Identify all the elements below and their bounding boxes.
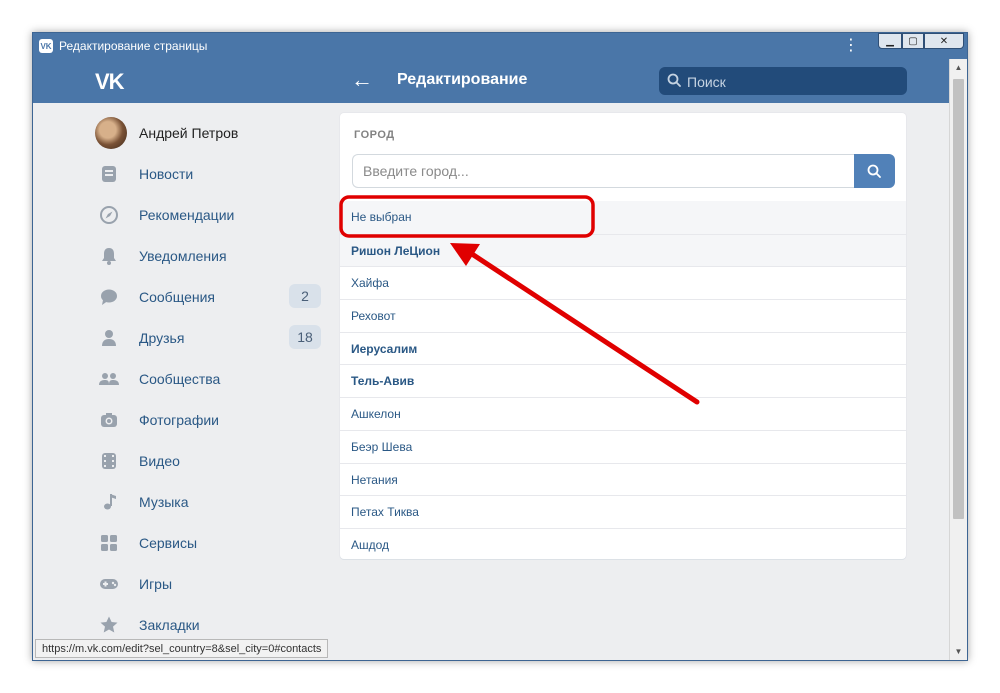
vk-header: VK ← Редактирование [33, 59, 949, 103]
window-title: Редактирование страницы [59, 39, 208, 53]
bell-icon [102, 248, 116, 265]
sidebar-item-notifications[interactable]: Уведомления [93, 239, 323, 273]
city-option-label: Ашдод [351, 537, 390, 552]
sidebar-item-games[interactable]: Игры [93, 567, 323, 601]
city-option-label: Петах Тиква [351, 505, 419, 520]
sidebar-item-messages[interactable]: Сообщения 2 [93, 280, 323, 314]
city-option-label: Ришон ЛеЦион [351, 243, 441, 258]
vertical-scrollbar[interactable]: ▲ ▼ [949, 59, 967, 660]
city-option-label: Иерусалим [351, 341, 418, 356]
city-option[interactable]: Ашкелон [340, 397, 906, 430]
maximize-button[interactable]: ▢ [902, 33, 924, 49]
city-heading: ГОРОД [354, 129, 395, 141]
sidebar-item-services[interactable]: Сервисы [93, 526, 323, 560]
search-icon [667, 73, 681, 87]
city-option-label: Нетания [351, 472, 398, 487]
window-controls: ▁ ▢ ✕ [878, 33, 964, 49]
scrollbar-thumb[interactable] [953, 79, 964, 519]
city-option[interactable]: Хайфа [340, 266, 906, 299]
city-option[interactable]: Не выбран [340, 201, 906, 234]
services-grid-icon [101, 535, 117, 551]
status-bar-url: https://m.vk.com/edit?sel_country=8&sel_… [35, 639, 329, 658]
camera-icon [101, 413, 117, 427]
sidebar-item-label: Игры [139, 576, 173, 592]
sidebar-item-label: Уведомления [139, 248, 227, 264]
sidebar-item-photos[interactable]: Фотографии [93, 403, 323, 437]
search-icon [867, 164, 881, 178]
sidebar-item-label: Новости [139, 166, 194, 182]
music-note-icon [104, 494, 116, 510]
sidebar-item-recommendations[interactable]: Рекомендации [93, 198, 323, 232]
star-icon [100, 616, 118, 633]
city-option-label: Тель-Авив [351, 374, 415, 389]
search-input[interactable] [685, 71, 899, 93]
header-search[interactable] [659, 67, 907, 95]
city-option-label: Не выбран [351, 210, 412, 224]
arrow-left-icon[interactable]: ← [351, 67, 373, 93]
sidebar-item-label: Сервисы [139, 535, 198, 551]
page-title: Редактирование [397, 71, 528, 88]
sidebar-item-label: Сообщения [139, 289, 215, 305]
city-search-button[interactable] [854, 154, 895, 188]
messages-count-badge: 2 [289, 284, 321, 308]
sidebar-item-news[interactable]: Новости [93, 157, 323, 191]
sidebar-item-label: Музыка [139, 494, 189, 510]
main-content: Андрей Петров Новости Рекомендации Уведо… [33, 103, 949, 660]
profile-link[interactable]: Андрей Петров [93, 117, 323, 149]
city-option-label: Реховот [351, 309, 396, 324]
minimize-button[interactable]: ▁ [878, 33, 902, 49]
city-option[interactable]: Реховот [340, 299, 906, 332]
vk-app-icon: VK [39, 39, 53, 53]
sidebar-item-bookmarks[interactable]: Закладки [93, 608, 323, 642]
sidebar-item-label: Видео [139, 453, 180, 469]
city-option[interactable]: Ришон ЛеЦион [340, 233, 906, 267]
sidebar-item-label: Закладки [139, 617, 200, 633]
three-dots-vertical-icon[interactable]: ⋮ [843, 36, 859, 56]
sidebar-item-communities[interactable]: Сообщества [93, 362, 323, 396]
city-option-label: Ашкелон [351, 407, 401, 422]
city-option[interactable]: Нетания [340, 462, 906, 496]
sidebar-item-label: Сообщества [139, 371, 221, 387]
sidebar-item-friends[interactable]: Друзья 18 [93, 321, 323, 355]
group-icon [99, 373, 119, 385]
sidebar-item-label: Друзья [139, 330, 185, 346]
sidebar-item-label: Рекомендации [139, 207, 235, 223]
city-list: Не выбран Ришон ЛеЦион Хайфа Реховот Иер… [340, 201, 906, 561]
compass-icon [100, 206, 118, 224]
city-option[interactable]: Тель-Авив [340, 364, 906, 397]
city-option[interactable]: Иерусалим [340, 331, 906, 365]
city-selector-card: ГОРОД Не выбран Ришон ЛеЦион Хайфа Рехов… [340, 113, 906, 559]
friends-count-badge: 18 [289, 325, 321, 349]
gamepad-icon [100, 579, 118, 589]
close-button[interactable]: ✕ [924, 33, 964, 49]
city-option-label: Беэр Шева [351, 439, 413, 454]
city-option[interactable]: Ашдод [340, 527, 906, 561]
city-option[interactable]: Петах Тиква [340, 495, 906, 528]
vk-logo[interactable]: VK [95, 69, 125, 95]
title-bar: VK Редактирование страницы ⋮ ▁ ▢ ✕ [33, 33, 967, 59]
person-icon [102, 330, 116, 346]
scroll-up-arrow-icon[interactable]: ▲ [950, 59, 967, 76]
city-search-input[interactable] [352, 154, 854, 188]
news-icon [102, 166, 116, 182]
film-icon [102, 453, 116, 469]
city-option-label: Хайфа [351, 276, 389, 291]
scroll-down-arrow-icon[interactable]: ▼ [950, 643, 967, 660]
sidebar-item-label: Фотографии [139, 412, 220, 428]
city-option[interactable]: Беэр Шева [340, 429, 906, 463]
sidebar-item-video[interactable]: Видео [93, 444, 323, 478]
profile-name[interactable]: Андрей Петров [139, 125, 238, 141]
browser-window: VK Редактирование страницы ⋮ ▁ ▢ ✕ VK ← … [32, 32, 968, 661]
avatar[interactable] [95, 117, 127, 149]
sidebar-item-music[interactable]: Музыка [93, 485, 323, 519]
chat-icon [101, 289, 117, 305]
